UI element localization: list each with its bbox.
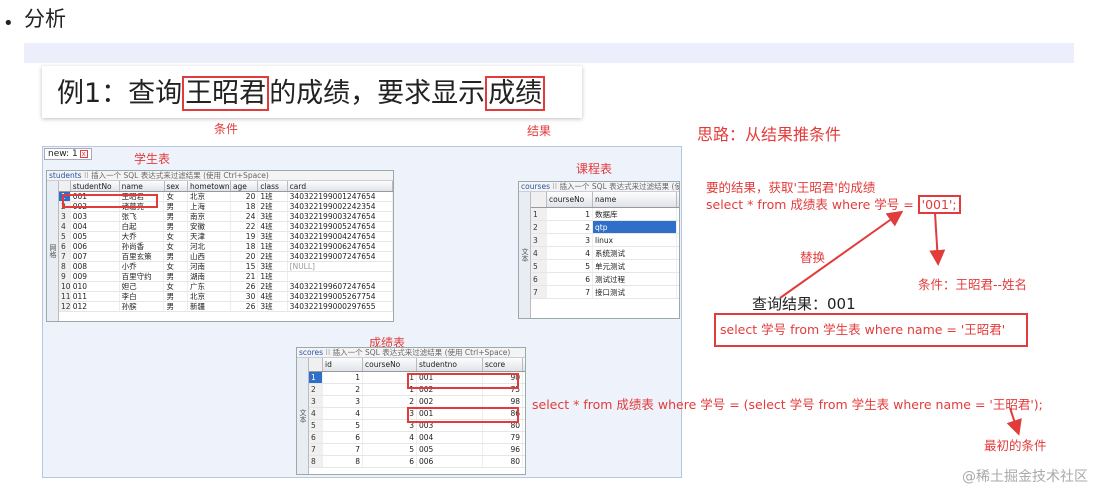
arrows-overlay <box>779 210 1022 436</box>
replace-arrow <box>779 210 904 299</box>
condition-arrow <box>929 212 946 266</box>
initial-arrow <box>1006 407 1022 436</box>
watermark: @稀土掘金技术社区 <box>962 469 1088 485</box>
